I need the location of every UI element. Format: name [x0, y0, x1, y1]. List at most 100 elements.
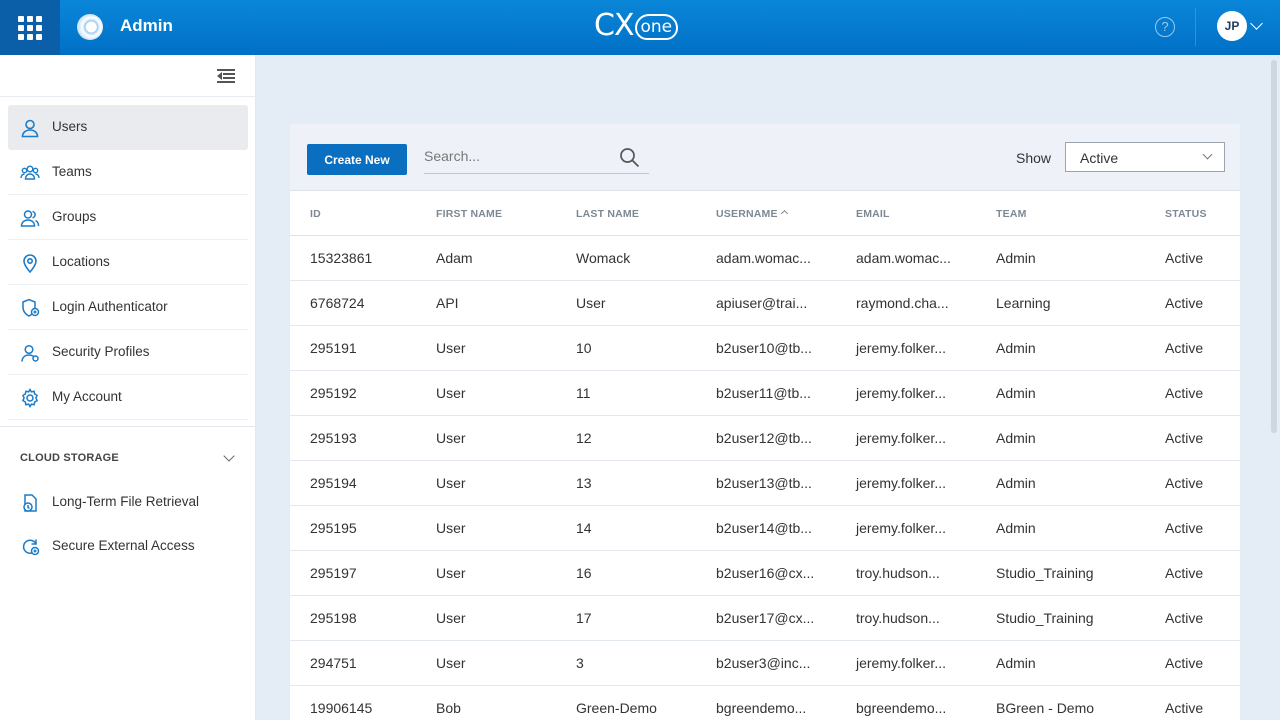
cxone-logo[interactable]: CX one: [594, 8, 679, 43]
cell-email: raymond.cha...: [856, 295, 949, 311]
cell-username: bgreendemo...: [716, 700, 807, 716]
sidebar-item-teams[interactable]: Teams: [8, 150, 248, 195]
table-row[interactable]: 294751 User 3 b2user3@inc... jeremy.folker..…: [290, 641, 1240, 686]
gear-icon: [21, 388, 39, 408]
column-header-status[interactable]: STATUS: [1165, 208, 1207, 220]
table-row[interactable]: 295192 User 11 b2user11@tb... jeremy.folker.…: [290, 371, 1240, 416]
cell-team: Studio_Training: [996, 565, 1094, 581]
cell-id: 295193: [310, 430, 357, 446]
chevron-down-icon[interactable]: [223, 450, 235, 462]
cell-last-name: 11: [576, 385, 591, 401]
column-header-first-name[interactable]: FIRST NAME: [436, 208, 502, 220]
cell-status: Active: [1165, 475, 1204, 491]
security-profile-icon: [21, 344, 39, 362]
cell-last-name: 14: [576, 520, 592, 536]
sidebar-item-groups[interactable]: Groups: [8, 195, 248, 240]
cloud-storage-section-title[interactable]: CLOUD STORAGE: [20, 452, 119, 464]
cell-status: Active: [1165, 520, 1204, 536]
cell-email: jeremy.folker...: [856, 475, 946, 491]
cell-username: b2user16@cx...: [716, 565, 815, 581]
cell-last-name: 17: [576, 610, 592, 626]
top-header-bar: Admin CX one ? JP: [0, 0, 1280, 55]
location-pin-icon: [23, 254, 37, 273]
sidebar-item-label: Locations: [52, 254, 110, 269]
admin-app-logo-icon: [77, 14, 103, 40]
table-row[interactable]: 295197 User 16 b2user16@cx... troy.hudson...…: [290, 551, 1240, 596]
sidebar-item-label: Teams: [52, 164, 92, 179]
cell-team: Admin: [996, 385, 1036, 401]
cell-username: b2user14@tb...: [716, 520, 812, 536]
cell-username: b2user13@tb...: [716, 475, 812, 491]
cell-last-name: 13: [576, 475, 592, 491]
cell-status: Active: [1165, 430, 1204, 446]
cloud-storage-nav: Long-Term File Retrieval Secure External…: [8, 480, 248, 568]
user-icon: [21, 119, 39, 138]
sidebar-item-label: My Account: [52, 389, 122, 404]
table-row[interactable]: 19906145 Bob Green-Demo bgreendemo... bgreen…: [290, 686, 1240, 720]
cell-status: Active: [1165, 340, 1204, 356]
cell-last-name: User: [576, 295, 606, 311]
chevron-down-icon[interactable]: [1250, 17, 1263, 30]
column-header-id[interactable]: ID: [310, 208, 321, 220]
status-filter-select[interactable]: Active: [1065, 142, 1225, 172]
sidebar-item-label: Security Profiles: [52, 344, 150, 359]
app-title: Admin: [120, 16, 173, 35]
collapse-menu-icon[interactable]: [217, 69, 235, 83]
create-new-button[interactable]: Create New: [307, 144, 407, 175]
cell-team: Studio_Training: [996, 610, 1094, 626]
cell-status: Active: [1165, 250, 1204, 266]
cell-last-name: 3: [576, 655, 584, 671]
sort-ascending-icon: [780, 209, 788, 218]
cell-first-name: User: [436, 520, 466, 536]
team-icon: [20, 165, 40, 180]
user-avatar[interactable]: JP: [1217, 11, 1247, 41]
sidebar-item-login-authenticator[interactable]: Login Authenticator: [8, 285, 248, 330]
cell-first-name: API: [436, 295, 459, 311]
sidebar-item-label: Login Authenticator: [52, 299, 168, 314]
page-scrollbar[interactable]: [1271, 60, 1277, 433]
column-header-team[interactable]: TEAM: [996, 208, 1027, 220]
table-row[interactable]: 6768724 API User apiuser@trai... raymond.cha…: [290, 281, 1240, 326]
column-header-username[interactable]: USERNAME: [716, 208, 788, 220]
brand-suffix: one: [634, 14, 679, 40]
cell-username: apiuser@trai...: [716, 295, 808, 311]
cell-status: Active: [1165, 655, 1204, 671]
search-box: [424, 142, 649, 174]
cell-team: Admin: [996, 430, 1036, 446]
table-row[interactable]: 295198 User 17 b2user17@cx... troy.hudson...…: [290, 596, 1240, 641]
table-row[interactable]: 295194 User 13 b2user13@tb... jeremy.folker.…: [290, 461, 1240, 506]
table-row[interactable]: 295195 User 14 b2user14@tb... jeremy.folker.…: [290, 506, 1240, 551]
table-row[interactable]: 295193 User 12 b2user12@tb... jeremy.folker.…: [290, 416, 1240, 461]
cell-first-name: User: [436, 385, 466, 401]
sidebar-item-long-term-file-retrieval[interactable]: Long-Term File Retrieval: [8, 480, 248, 524]
sidebar-item-label: Long-Term File Retrieval: [52, 494, 200, 509]
cell-first-name: User: [436, 610, 466, 626]
table-header: ID FIRST NAME LAST NAME USERNAME EMAIL T…: [290, 191, 1240, 236]
sidebar-item-users[interactable]: Users: [8, 105, 248, 150]
search-input[interactable]: [424, 144, 614, 168]
cell-team: Learning: [996, 295, 1051, 311]
sidebar-item-my-account[interactable]: My Account: [8, 375, 248, 420]
table-row[interactable]: 15323861 Adam Womack adam.womac... adam.woma…: [290, 236, 1240, 281]
table-row[interactable]: 295191 User 10 b2user10@tb... jeremy.folker.…: [290, 326, 1240, 371]
cell-id: 295198: [310, 610, 357, 626]
cell-first-name: User: [436, 475, 466, 491]
sidebar-item-secure-external-access[interactable]: Secure External Access: [8, 524, 248, 568]
cell-first-name: User: [436, 340, 466, 356]
sidebar-item-security-profiles[interactable]: Security Profiles: [8, 330, 248, 375]
sidebar-item-label: Users: [52, 119, 88, 134]
app-launcher-grid-icon[interactable]: [0, 0, 60, 55]
sidebar-item-label: Secure External Access: [52, 538, 195, 553]
toolbar: Create New Show Active: [290, 124, 1240, 191]
column-header-email[interactable]: EMAIL: [856, 208, 890, 220]
cell-status: Active: [1165, 295, 1204, 311]
cell-email: bgreendemo...: [856, 700, 947, 716]
cell-id: 295197: [310, 565, 357, 581]
sidebar-item-locations[interactable]: Locations: [8, 240, 248, 285]
search-icon[interactable]: [619, 147, 640, 168]
cell-status: Active: [1165, 385, 1204, 401]
help-icon[interactable]: ?: [1155, 17, 1175, 37]
table-body: 15323861 Adam Womack adam.womac... adam.woma…: [290, 236, 1240, 720]
cell-status: Active: [1165, 565, 1204, 581]
column-header-last-name[interactable]: LAST NAME: [576, 208, 639, 220]
